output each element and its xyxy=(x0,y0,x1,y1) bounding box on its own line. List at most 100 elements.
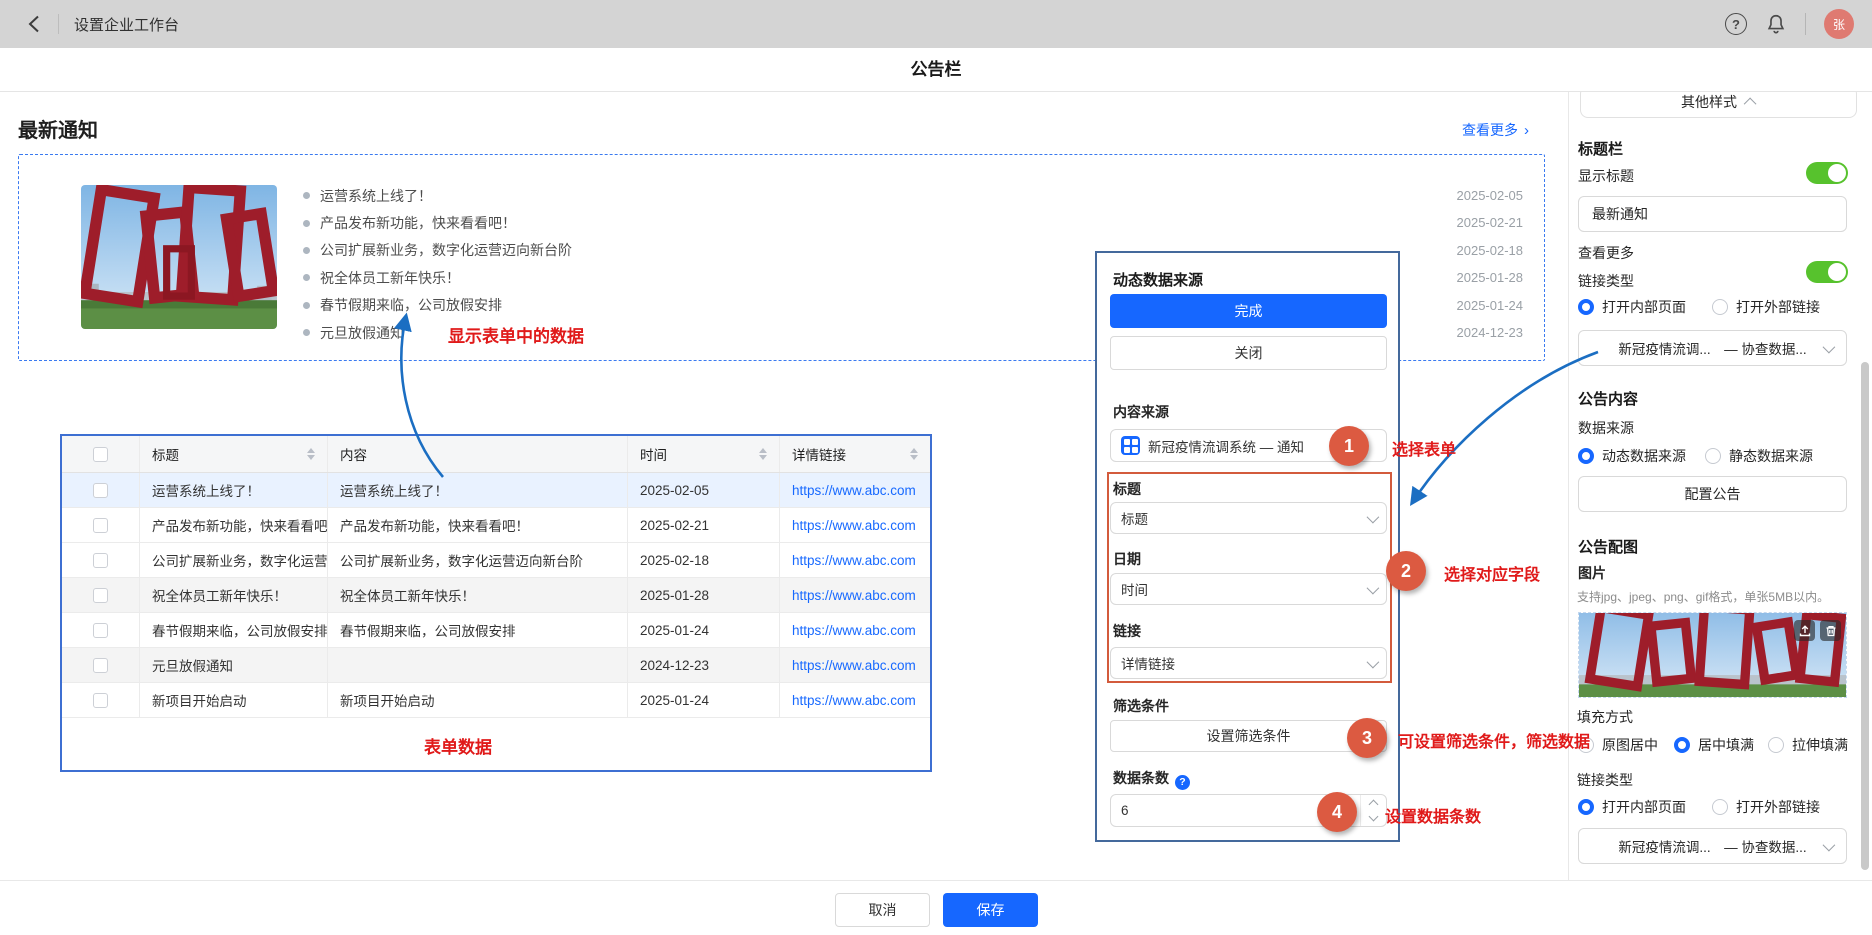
cell-title: 公司扩展新业务，数字化运营迈... xyxy=(152,550,328,570)
notice-item[interactable]: 祝全体员工新年快乐！ xyxy=(303,264,572,291)
row-checkbox[interactable] xyxy=(93,553,108,568)
sort-icon[interactable] xyxy=(307,448,315,460)
notice-date: 2025-01-28 xyxy=(1433,264,1523,291)
cell-content: 运营系统上线了！ xyxy=(340,480,448,500)
cell-content: 祝全体员工新年快乐！ xyxy=(340,585,475,605)
other-style-label: 其他样式 xyxy=(1681,92,1737,112)
table-row[interactable]: 公司扩展新业务，数字化运营迈...公司扩展新业务，数字化运营迈向新台阶2025-… xyxy=(62,543,930,578)
title-text-input[interactable] xyxy=(1578,196,1847,232)
detail-link[interactable]: https://www.abc.com xyxy=(792,518,916,533)
internal-page-select-2[interactable]: 新冠疫情流调... — 协查数据... xyxy=(1578,828,1847,864)
notice-item[interactable]: 春节假期来临，公司放假安排 xyxy=(303,292,572,319)
chevron-up-icon xyxy=(1744,97,1757,110)
cell-title: 新项目开始启动 xyxy=(152,690,247,710)
detail-link[interactable]: https://www.abc.com xyxy=(792,693,916,708)
table-row[interactable]: 春节假期来临，公司放假安排春节假期来临，公司放假安排2025-01-24http… xyxy=(62,613,930,648)
detail-link[interactable]: https://www.abc.com xyxy=(792,553,916,568)
back-icon[interactable] xyxy=(22,12,46,36)
chevron-up-icon[interactable] xyxy=(1369,800,1379,810)
arrow-sidebar-to-panel xyxy=(1412,352,1598,503)
radio-fill-stretch[interactable]: 拉伸填满 xyxy=(1768,735,1848,755)
row-checkbox[interactable] xyxy=(93,693,108,708)
close-button[interactable]: 关闭 xyxy=(1110,336,1387,370)
avatar[interactable]: 张 xyxy=(1824,9,1854,39)
field-title-select[interactable]: 标题 xyxy=(1110,502,1387,534)
sort-icon[interactable] xyxy=(910,448,918,460)
radio-internal-page[interactable]: 打开内部页面 xyxy=(1578,297,1686,317)
sidebar-scrollbar[interactable] xyxy=(1861,362,1869,870)
cancel-button[interactable]: 取消 xyxy=(835,893,930,927)
save-button[interactable]: 保存 xyxy=(943,893,1038,927)
table-row[interactable]: 元旦放假通知2024-12-23https://www.abc.com xyxy=(62,648,930,683)
show-title-toggle[interactable] xyxy=(1806,162,1848,184)
notice-item[interactable]: 公司扩展新业务，数字化运营迈向新台阶 xyxy=(303,237,572,264)
cell-title: 春节假期来临，公司放假安排 xyxy=(152,620,328,640)
detail-link[interactable]: https://www.abc.com xyxy=(792,658,916,673)
sort-icon[interactable] xyxy=(759,448,767,460)
cell-content-cell: 产品发布新功能，快来看看吧！ xyxy=(328,508,628,542)
topbar-divider xyxy=(58,14,59,34)
table-row[interactable]: 运营系统上线了！运营系统上线了！2025-02-05https://www.ab… xyxy=(62,473,930,508)
sidebar-divider xyxy=(1568,92,1569,880)
row-checkbox-cell xyxy=(62,473,140,507)
notice-text: 运营系统上线了！ xyxy=(320,186,432,206)
bullet-dot-icon xyxy=(303,220,310,227)
radio-external-link-2[interactable]: 打开外部链接 xyxy=(1712,797,1820,817)
internal-page-select-value-2: 新冠疫情流调... — 协查数据... xyxy=(1618,836,1806,856)
notice-date: 2025-02-21 xyxy=(1433,209,1523,236)
row-checkbox[interactable] xyxy=(93,658,108,673)
done-button[interactable]: 完成 xyxy=(1110,294,1387,328)
field-title-value: 标题 xyxy=(1121,508,1148,528)
radio-internal-label-2: 打开内部页面 xyxy=(1602,797,1686,817)
radio-static-source[interactable]: 静态数据来源 xyxy=(1705,446,1813,466)
notice-text: 祝全体员工新年快乐！ xyxy=(320,268,460,288)
delete-image-icon[interactable] xyxy=(1820,620,1841,641)
cell-title: 祝全体员工新年快乐！ xyxy=(152,585,287,605)
radio-internal-page-2[interactable]: 打开内部页面 xyxy=(1578,797,1686,817)
fill-mode-label: 填充方式 xyxy=(1577,707,1633,727)
cell-time: 2025-02-21 xyxy=(640,518,709,533)
cell-time: 2025-01-24 xyxy=(640,693,709,708)
table-row[interactable]: 祝全体员工新年快乐！祝全体员工新年快乐！2025-01-28https://ww… xyxy=(62,578,930,613)
table-row[interactable]: 产品发布新功能，快来看看吧！产品发布新功能，快来看看吧！2025-02-21ht… xyxy=(62,508,930,543)
help-icon[interactable]: ? xyxy=(1725,13,1747,35)
detail-link[interactable]: https://www.abc.com xyxy=(792,483,916,498)
notice-item[interactable]: 运营系统上线了！ xyxy=(303,182,572,209)
configure-announcement-button[interactable]: 配置公告 xyxy=(1578,476,1847,512)
radio-external-link[interactable]: 打开外部链接 xyxy=(1712,297,1820,317)
set-filter-button[interactable]: 设置筛选条件 xyxy=(1110,720,1387,752)
radio-fill-center[interactable]: 居中填满 xyxy=(1674,735,1754,755)
chevron-right-icon: › xyxy=(1524,122,1529,139)
field-date-label: 日期 xyxy=(1113,549,1141,569)
column-header-4[interactable]: 详情链接 xyxy=(780,436,930,472)
column-header-1[interactable]: 标题 xyxy=(140,436,328,472)
count-label: 数据条数? xyxy=(1113,768,1190,790)
number-stepper[interactable] xyxy=(1360,795,1386,826)
field-link-select[interactable]: 详情链接 xyxy=(1110,647,1387,679)
row-checkbox[interactable] xyxy=(93,518,108,533)
column-header-3[interactable]: 时间 xyxy=(628,436,780,472)
header-checkbox-cell xyxy=(62,436,140,472)
view-more-toggle[interactable] xyxy=(1806,261,1848,283)
help-circle-icon[interactable]: ? xyxy=(1175,775,1190,790)
upload-image-icon[interactable] xyxy=(1794,620,1815,641)
panel-title: 动态数据来源 xyxy=(1113,269,1203,290)
row-checkbox[interactable] xyxy=(93,483,108,498)
radio-external-label-2: 打开外部链接 xyxy=(1736,797,1820,817)
link-type-label: 链接类型 xyxy=(1578,271,1634,291)
detail-link[interactable]: https://www.abc.com xyxy=(792,623,916,638)
radio-dynamic-source[interactable]: 动态数据来源 xyxy=(1578,446,1686,466)
view-more-link[interactable]: 查看更多 › xyxy=(1462,120,1529,140)
internal-page-select[interactable]: 新冠疫情流调... — 协查数据... xyxy=(1578,330,1847,366)
chevron-down-icon[interactable] xyxy=(1369,812,1379,822)
radio-internal-label: 打开内部页面 xyxy=(1602,297,1686,317)
detail-link[interactable]: https://www.abc.com xyxy=(792,588,916,603)
row-checkbox[interactable] xyxy=(93,623,108,638)
row-checkbox[interactable] xyxy=(93,588,108,603)
notice-item[interactable]: 产品发布新功能，快来看看吧！ xyxy=(303,209,572,236)
table-row[interactable]: 新项目开始启动新项目开始启动2025-01-24https://www.abc.… xyxy=(62,683,930,718)
field-date-select[interactable]: 时间 xyxy=(1110,573,1387,605)
bell-icon[interactable] xyxy=(1765,13,1787,35)
cell-content-cell: 祝全体员工新年快乐！ xyxy=(328,578,628,612)
select-all-checkbox[interactable] xyxy=(93,447,108,462)
